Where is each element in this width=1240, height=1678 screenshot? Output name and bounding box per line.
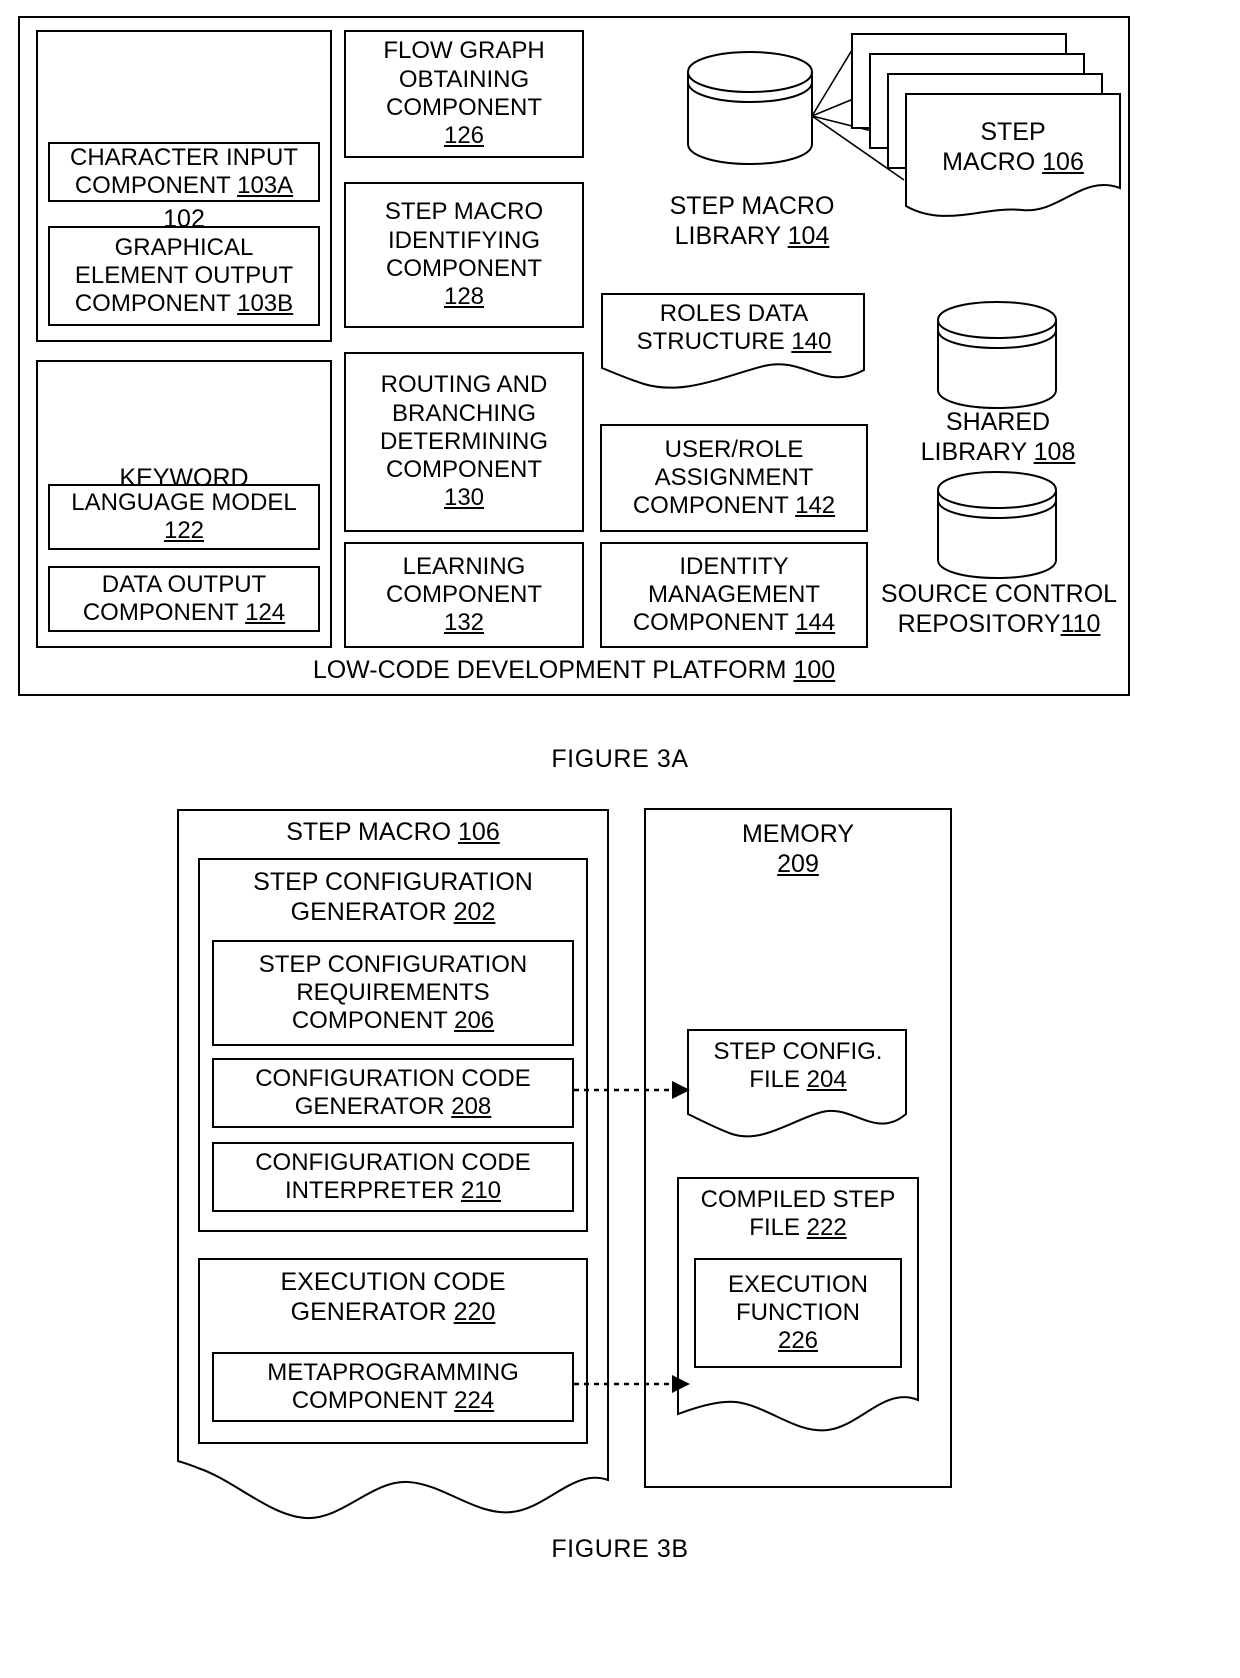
ref-206: 206: [454, 1007, 495, 1035]
ref-204: 204: [806, 1066, 847, 1094]
routing-and-branching-determining-component-box[interactable]: ROUTING AND BRANCHING DETERMINING COMPON…: [344, 352, 584, 532]
ref-209: 209: [777, 849, 819, 878]
ref-100: 100: [793, 656, 836, 684]
data-output-component-box[interactable]: DATA OUTPUT COMPONENT 124: [48, 566, 320, 632]
step-macro-title-fig3b: STEP MACRO 106: [286, 818, 500, 846]
ref-103b: 103B: [237, 290, 294, 318]
source-control-repository-cylinder-icon: [937, 470, 1057, 580]
step-macro-identifying-component-box[interactable]: STEP MACRO IDENTIFYING COMPONENT 128: [344, 182, 584, 328]
configuration-code-generator-box[interactable]: CONFIGURATION CODE GENERATOR 208: [212, 1058, 574, 1128]
configuration-code-interpreter-box[interactable]: CONFIGURATION CODE INTERPRETER 210: [212, 1142, 574, 1212]
ref-202: 202: [453, 897, 496, 926]
shared-library-cylinder-icon: [937, 300, 1057, 410]
identity-management-component-box[interactable]: IDENTITY MANAGEMENT COMPONENT 144: [600, 542, 868, 648]
ref-140: 140: [791, 328, 832, 356]
roles-data-structure-label: ROLES DATA STRUCTURE 140: [636, 300, 832, 356]
step-macro-library-cylinder-icon: [687, 50, 813, 166]
character-input-component-box[interactable]: CHARACTER INPUT COMPONENT 103A: [48, 142, 320, 202]
ref-126: 126: [443, 122, 485, 150]
ref-124: 124: [245, 599, 286, 626]
arrow-metaprogramming-to-compiled-step-file: [574, 1375, 690, 1393]
source-control-repository-label: SOURCE CONTROL REPOSITORY110: [880, 580, 1118, 638]
ref-122: 122: [163, 517, 205, 544]
ref-130: 130: [443, 484, 485, 512]
user-role-assignment-component-box[interactable]: USER/ROLE ASSIGNMENT COMPONENT 142: [600, 424, 868, 532]
ref-106-fig3b: 106: [458, 818, 500, 846]
ref-226: 226: [777, 1327, 819, 1355]
low-code-development-platform-label: LOW-CODE DEVELOPMENT PLATFORM 100: [312, 656, 836, 684]
execution-function-box[interactable]: EXECUTION FUNCTION 226: [694, 1258, 902, 1368]
ref-224: 224: [454, 1387, 495, 1414]
figure-3b-caption: FIGURE 3B: [551, 1535, 689, 1563]
ref-104: 104: [787, 221, 830, 250]
graphical-element-output-component-box[interactable]: GRAPHICAL ELEMENT OUTPUT COMPONENT 103B: [48, 226, 320, 326]
ref-208: 208: [451, 1093, 492, 1120]
ref-108: 108: [1033, 437, 1076, 466]
ref-142: 142: [795, 492, 836, 520]
figure-3a-caption: FIGURE 3A: [551, 745, 689, 773]
learning-component-box[interactable]: LEARNING COMPONENT 132: [344, 542, 584, 648]
language-model-box[interactable]: LANGUAGE MODEL 122: [48, 484, 320, 550]
ref-110: 110: [1060, 609, 1101, 638]
shared-library-label: SHARED LIBRARY 108: [920, 408, 1076, 466]
ref-128: 128: [443, 283, 485, 311]
compiled-step-file-label: COMPILED STEP FILE 222: [700, 1186, 896, 1242]
ref-144: 144: [795, 609, 836, 637]
ref-222: 222: [806, 1214, 847, 1242]
ref-103a: 103A: [237, 172, 294, 199]
metaprogramming-component-box[interactable]: METAPROGRAMMING COMPONENT 224: [212, 1352, 574, 1422]
ref-106: 106: [1042, 147, 1084, 176]
step-config-file-label: STEP CONFIG. FILE 204: [713, 1038, 883, 1094]
step-macro-doc-label: STEP MACRO 106: [942, 118, 1084, 176]
ref-210: 210: [460, 1177, 502, 1204]
flow-graph-obtaining-component-box[interactable]: FLOW GRAPH OBTAINING COMPONENT 126: [344, 30, 584, 158]
step-configuration-requirements-component-box[interactable]: STEP CONFIGURATION REQUIREMENTS COMPONEN…: [212, 940, 574, 1046]
ref-220: 220: [453, 1297, 496, 1326]
arrow-config-generator-to-step-config-file: [574, 1081, 690, 1099]
ref-132: 132: [443, 609, 485, 637]
